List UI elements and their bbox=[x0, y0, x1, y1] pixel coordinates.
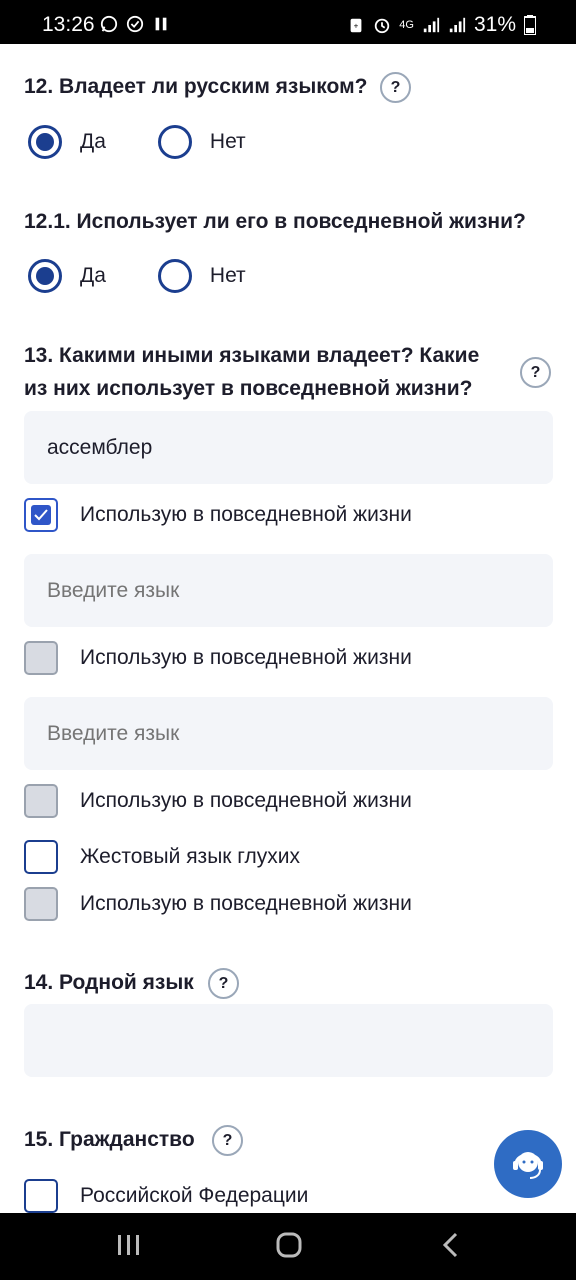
question-13-title: 13. Какими иными языками владеет? Какие … bbox=[24, 339, 479, 405]
sign-language-daily-checkbox[interactable] bbox=[24, 887, 58, 921]
battery-percent: 31% bbox=[473, 13, 516, 36]
pause-icon bbox=[155, 17, 167, 31]
sign-language-label[interactable]: Жестовый язык глухих bbox=[80, 845, 300, 869]
back-icon[interactable] bbox=[440, 1231, 462, 1259]
question-12-radio-no-label[interactable]: Нет bbox=[210, 130, 246, 154]
support-chat-button[interactable] bbox=[494, 1130, 562, 1198]
citizenship-rf-label[interactable]: Российской Федерации bbox=[80, 1184, 308, 1208]
alarm-icon bbox=[375, 18, 390, 34]
language-input-2[interactable] bbox=[24, 554, 553, 627]
sign-language-checkbox[interactable] bbox=[24, 840, 58, 874]
language-3-daily-label[interactable]: Использую в повседневной жизни bbox=[80, 789, 412, 813]
question-15-title: 15. Гражданство bbox=[24, 1128, 195, 1151]
language-1-daily-checkbox[interactable] bbox=[24, 498, 58, 532]
language-input-3[interactable] bbox=[24, 697, 553, 770]
question-15-help-button[interactable]: ? bbox=[212, 1125, 243, 1156]
language-2-daily-row: Использую в повседневной жизни bbox=[24, 641, 412, 675]
citizenship-rf-checkbox[interactable] bbox=[24, 1179, 58, 1213]
battery-saver-icon: + bbox=[350, 18, 362, 33]
support-agent-icon bbox=[513, 1152, 543, 1179]
question-12-radio-yes[interactable] bbox=[28, 125, 62, 159]
language-input-1[interactable]: ассемблер bbox=[24, 411, 553, 484]
question-12-radio-yes-label[interactable]: Да bbox=[80, 130, 106, 154]
question-12-1-radio-no-label[interactable]: Нет bbox=[210, 264, 246, 288]
question-12-options: Да Нет bbox=[28, 125, 246, 159]
sign-language-row: Жестовый язык глухих bbox=[24, 840, 300, 874]
status-time: 13:26 bbox=[42, 13, 95, 36]
sign-language-daily-label[interactable]: Использую в повседневной жизни bbox=[80, 892, 412, 916]
question-13-help-button[interactable]: ? bbox=[520, 357, 551, 388]
form-content: 12. Владеет ли русским языком? ? Да Нет … bbox=[0, 44, 576, 1214]
language-2-daily-label[interactable]: Использую в повседневной жизни bbox=[80, 646, 412, 670]
question-12-1-title: 12.1. Использует ли его в повседневной ж… bbox=[24, 210, 526, 233]
native-language-input[interactable] bbox=[24, 1004, 553, 1077]
question-13-title-line2: из них использует в повседневной жизни? bbox=[24, 377, 473, 400]
language-2-daily-checkbox[interactable] bbox=[24, 641, 58, 675]
whatsapp-icon bbox=[100, 15, 118, 33]
question-12-title: 12. Владеет ли русским языком? bbox=[24, 75, 368, 98]
language-1-daily-row: Использую в повседневной жизни bbox=[24, 498, 412, 532]
language-3-daily-checkbox[interactable] bbox=[24, 784, 58, 818]
sign-language-daily-row: Использую в повседневной жизни bbox=[24, 887, 412, 921]
question-12-1-radio-yes-label[interactable]: Да bbox=[80, 264, 106, 288]
check-icon bbox=[34, 509, 48, 521]
question-14-help-button[interactable]: ? bbox=[208, 968, 239, 999]
check-circle-icon bbox=[126, 15, 144, 33]
question-12-1-options: Да Нет bbox=[28, 259, 246, 293]
citizenship-rf-row: Российской Федерации bbox=[24, 1179, 308, 1213]
battery-icon bbox=[524, 15, 536, 35]
signal-icon-2 bbox=[449, 17, 466, 33]
status-bar: 13:26 + 4G 31% bbox=[0, 0, 576, 44]
signal-icon bbox=[423, 17, 440, 33]
question-13-title-line1: 13. Какими иными языками владеет? Какие bbox=[24, 344, 480, 367]
svg-text:+: + bbox=[354, 22, 359, 31]
question-14-title: 14. Родной язык bbox=[24, 971, 194, 994]
navigation-bar bbox=[0, 1213, 576, 1280]
question-12-help-button[interactable]: ? bbox=[380, 72, 411, 103]
language-1-daily-label[interactable]: Использую в повседневной жизни bbox=[80, 503, 412, 527]
language-3-daily-row: Использую в повседневной жизни bbox=[24, 784, 412, 818]
question-12-radio-no[interactable] bbox=[157, 125, 192, 159]
network-type: 4G bbox=[399, 19, 414, 31]
question-12-1-radio-yes[interactable] bbox=[28, 259, 62, 293]
question-12-1-radio-no[interactable] bbox=[157, 259, 192, 293]
recent-apps-icon[interactable] bbox=[116, 1231, 142, 1259]
home-icon[interactable] bbox=[276, 1231, 304, 1259]
